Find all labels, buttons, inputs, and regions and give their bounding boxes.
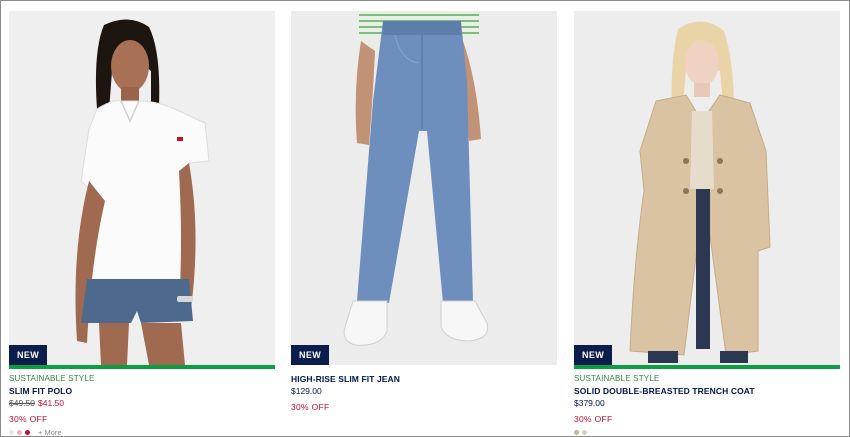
product-image-polo[interactable]: NEW [9, 11, 275, 365]
swatch-light-beige[interactable] [582, 429, 587, 435]
new-badge: NEW [574, 345, 613, 365]
more-colors-link[interactable]: + More [38, 428, 62, 437]
color-swatches: + More [9, 426, 275, 437]
woman-trench-coat-image [574, 11, 840, 365]
swatch-white[interactable] [9, 429, 14, 435]
sale-price: $41.50 [38, 398, 64, 408]
product-name[interactable]: SLIM FIT POLO [9, 385, 275, 397]
original-price: $49.50 [9, 398, 35, 408]
new-badge: NEW [291, 345, 330, 365]
product-card-slim-fit-polo[interactable]: NEW SUSTAINABLE STYLE SLIM FIT POLO $49.… [9, 11, 275, 437]
product-card-trench-coat[interactable]: NEW SUSTAINABLE STYLE SOLID DOUBLE-BREAS… [574, 11, 840, 437]
product-image-trench-coat[interactable]: NEW [574, 11, 840, 365]
swatch-beige[interactable] [574, 429, 579, 435]
price: $379.00 [574, 398, 605, 408]
swatch-pink[interactable] [17, 429, 22, 435]
price-block: $49.50 $41.50 [9, 397, 275, 410]
product-card-high-rise-slim-fit-jean[interactable]: NEW HIGH-RISE SLIM FIT JEAN $129.00 30% … [291, 11, 557, 414]
price: $129.00 [291, 386, 322, 396]
product-name[interactable]: SOLID DOUBLE-BREASTED TRENCH COAT [574, 385, 840, 397]
discount-label: 30% OFF [9, 414, 48, 424]
sustainable-style-label: SUSTAINABLE STYLE [9, 374, 95, 383]
woman-white-polo-image [9, 11, 275, 365]
blue-jeans-image [291, 11, 557, 365]
sustainable-style-label: SUSTAINABLE STYLE [574, 374, 660, 383]
color-swatches [574, 426, 840, 437]
discount-label: 30% OFF [574, 414, 613, 424]
product-name[interactable]: HIGH-RISE SLIM FIT JEAN [291, 373, 557, 385]
new-badge: NEW [9, 345, 48, 365]
discount-label: 30% OFF [291, 402, 330, 412]
product-image-jean[interactable]: NEW [291, 11, 557, 365]
swatch-red[interactable] [25, 429, 30, 435]
